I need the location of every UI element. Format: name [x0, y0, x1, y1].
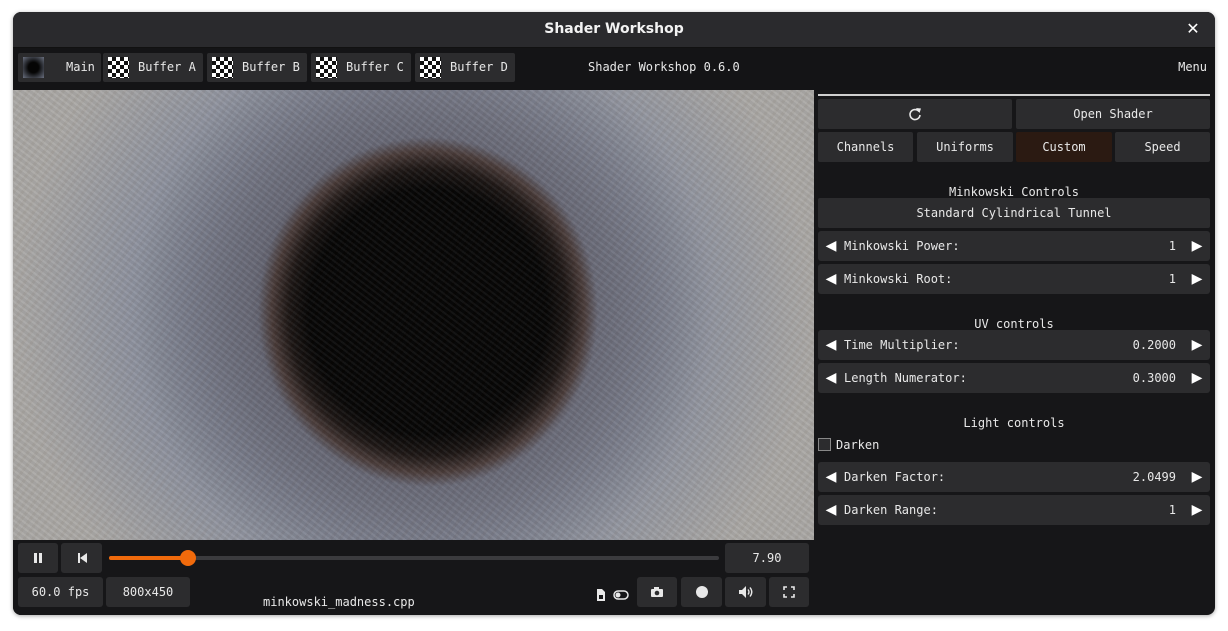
buffer-tab-bar: Main Buffer A Buffer B Buffer C Buffer D… — [13, 48, 1215, 90]
time-display: 7.90 — [725, 543, 809, 573]
stepper-value: 1 — [1168, 503, 1176, 517]
darken-checkbox[interactable] — [818, 438, 831, 451]
decrement-arrow-icon[interactable]: ◀ — [820, 495, 842, 525]
checkerboard-icon — [420, 57, 441, 78]
tab-custom[interactable]: Custom — [1016, 132, 1112, 162]
playback-controls: 7.90 60.0 fps 800x450 minkowski_madness.… — [13, 540, 814, 615]
volume-icon — [738, 586, 752, 598]
custom-controls-panel: Open Shader Channels Uniforms Custom Spe… — [818, 90, 1210, 615]
app-window: Shader Workshop ✕ Main Buffer A Buffer B… — [13, 12, 1215, 615]
increment-arrow-icon[interactable]: ▶ — [1186, 330, 1208, 360]
shader-filename: minkowski_madness.cpp — [263, 595, 415, 609]
darken-factor-stepper[interactable]: ◀ Darken Factor: 2.0499 ▶ — [818, 462, 1210, 492]
restart-button[interactable] — [61, 543, 102, 573]
tab-buffer-b-label: Buffer B — [242, 60, 300, 74]
stepper-label: Minkowski Root: — [844, 272, 953, 286]
checkerboard-icon — [212, 57, 233, 78]
pause-button[interactable] — [18, 543, 58, 573]
minkowski-controls-header: Minkowski Controls — [948, 185, 1080, 199]
time-multiplier-stepper[interactable]: ◀ Time Multiplier: 0.2000 ▶ — [818, 330, 1210, 360]
preset-button[interactable]: Standard Cylindrical Tunnel — [818, 198, 1210, 228]
panel-divider — [818, 94, 1210, 96]
decrement-arrow-icon[interactable]: ◀ — [820, 330, 842, 360]
minkowski-root-stepper[interactable]: ◀ Minkowski Root: 1 ▶ — [818, 264, 1210, 294]
tab-buffer-a[interactable]: Buffer A — [103, 53, 203, 82]
title-bar: Shader Workshop ✕ — [13, 12, 1215, 48]
menu-button[interactable]: Menu — [1178, 60, 1207, 74]
tab-main-label: Main — [66, 60, 95, 74]
decrement-arrow-icon[interactable]: ◀ — [820, 462, 842, 492]
decrement-arrow-icon[interactable]: ◀ — [820, 264, 842, 294]
app-version: Shader Workshop 0.6.0 — [588, 60, 740, 74]
tab-buffer-a-label: Buffer A — [138, 60, 196, 74]
restart-icon — [77, 553, 87, 563]
darken-range-stepper[interactable]: ◀ Darken Range: 1 ▶ — [818, 495, 1210, 525]
tab-buffer-c[interactable]: Buffer C — [311, 53, 411, 82]
stepper-label: Darken Range: — [844, 503, 938, 517]
stepper-value: 0.3000 — [1132, 371, 1176, 385]
stepper-value: 1 — [1168, 239, 1176, 253]
camera-icon — [651, 587, 663, 597]
checkerboard-icon — [316, 57, 337, 78]
tab-speed[interactable]: Speed — [1115, 132, 1210, 162]
toggle-icon[interactable] — [613, 588, 629, 604]
shader-viewport[interactable] — [13, 90, 814, 540]
window-title: Shader Workshop — [544, 21, 684, 37]
increment-arrow-icon[interactable]: ▶ — [1186, 231, 1208, 261]
fps-display: 60.0 fps — [18, 577, 103, 607]
stepper-label: Length Numerator: — [844, 371, 967, 385]
reload-button[interactable] — [818, 99, 1012, 129]
refresh-icon — [909, 108, 921, 121]
increment-arrow-icon[interactable]: ▶ — [1186, 495, 1208, 525]
screenshot-button[interactable] — [637, 577, 677, 607]
timeline-progress — [109, 556, 189, 560]
open-shader-button[interactable]: Open Shader — [1016, 99, 1210, 129]
record-icon — [695, 586, 708, 598]
stepper-value: 0.2000 — [1132, 338, 1176, 352]
pause-icon — [34, 553, 42, 563]
timeline-slider[interactable] — [109, 550, 719, 566]
stepper-label: Time Multiplier: — [844, 338, 960, 352]
length-numerator-stepper[interactable]: ◀ Length Numerator: 0.3000 ▶ — [818, 363, 1210, 393]
increment-arrow-icon[interactable]: ▶ — [1186, 264, 1208, 294]
checkerboard-icon — [108, 57, 129, 78]
close-icon[interactable]: ✕ — [1183, 19, 1203, 39]
timeline-knob[interactable] — [180, 550, 197, 566]
minkowski-power-stepper[interactable]: ◀ Minkowski Power: 1 ▶ — [818, 231, 1210, 261]
decrement-arrow-icon[interactable]: ◀ — [820, 363, 842, 393]
tab-channels[interactable]: Channels — [818, 132, 913, 162]
tab-buffer-d-label: Buffer D — [450, 60, 508, 74]
fullscreen-button[interactable] — [769, 577, 809, 607]
stepper-value: 1 — [1168, 272, 1176, 286]
increment-arrow-icon[interactable]: ▶ — [1186, 363, 1208, 393]
stepper-value: 2.0499 — [1132, 470, 1176, 484]
main-thumbnail-icon — [23, 57, 44, 78]
fullscreen-icon — [783, 586, 795, 598]
tab-buffer-c-label: Buffer C — [346, 60, 404, 74]
tab-buffer-d[interactable]: Buffer D — [415, 53, 515, 82]
darken-label: Darken — [836, 438, 880, 452]
increment-arrow-icon[interactable]: ▶ — [1186, 462, 1208, 492]
decrement-arrow-icon[interactable]: ◀ — [820, 231, 842, 261]
file-icon[interactable] — [596, 588, 606, 604]
stepper-label: Darken Factor: — [844, 470, 946, 484]
resolution-display[interactable]: 800x450 — [106, 577, 190, 607]
stepper-label: Minkowski Power: — [844, 239, 960, 253]
uv-controls-header: UV controls — [974, 317, 1054, 331]
volume-button[interactable] — [725, 577, 766, 607]
tab-main[interactable]: Main — [18, 53, 101, 82]
tab-uniforms[interactable]: Uniforms — [917, 132, 1013, 162]
light-controls-header: Light controls — [963, 416, 1065, 430]
tab-buffer-b[interactable]: Buffer B — [207, 53, 307, 82]
record-button[interactable] — [681, 577, 722, 607]
tunnel-texture — [13, 90, 814, 540]
